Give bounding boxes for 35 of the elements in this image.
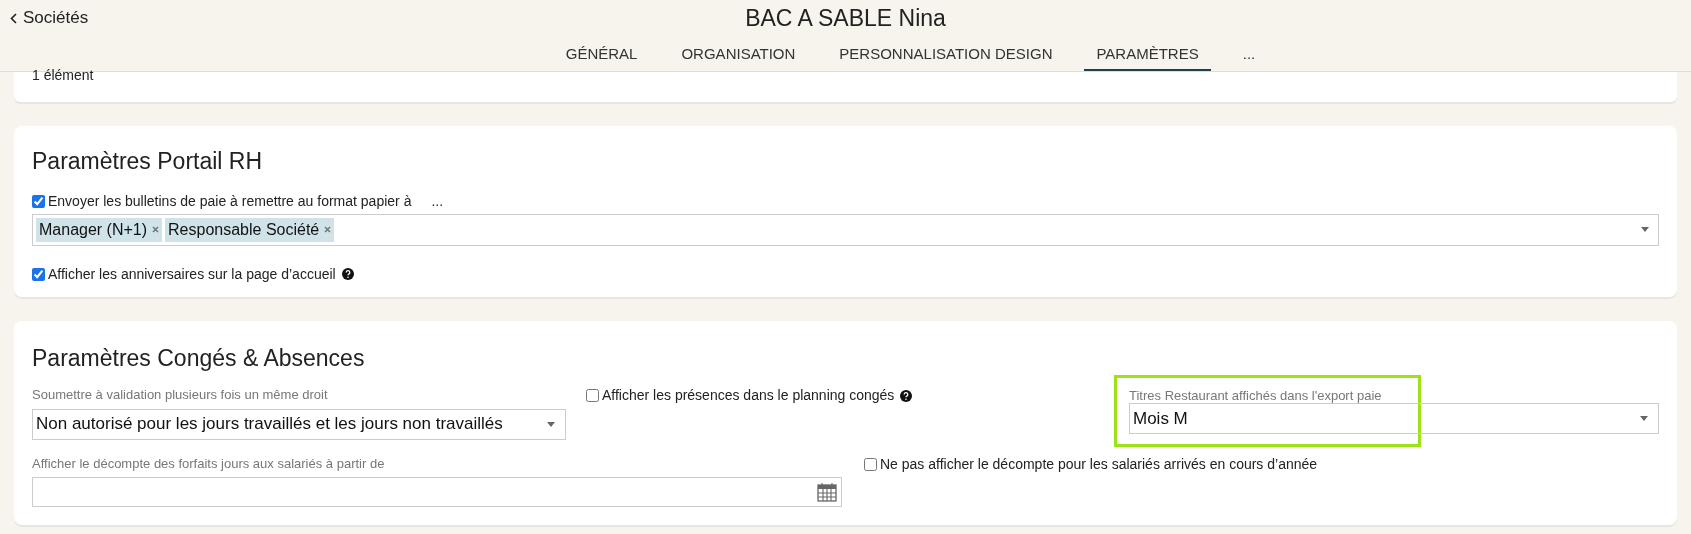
recipient-tag: Responsable Société [165, 217, 335, 242]
recipient-tag: Manager (N+1) [36, 217, 163, 242]
remove-icon[interactable] [152, 226, 160, 233]
field-label: Soumettre à validation plusieurs fois un même droit [32, 386, 329, 404]
multiselect-field[interactable]: Manager (N+1) Responsable Société [32, 213, 1659, 246]
help-icon[interactable] [900, 389, 913, 402]
tab[interactable]: ... [1230, 42, 1268, 71]
tab[interactable]: ORGANISATION [669, 42, 808, 71]
tab[interactable]: PERSONNALISATION DESIGN [827, 42, 1065, 71]
calendar-icon[interactable] [817, 482, 837, 502]
more-text: ... [431, 191, 444, 211]
select-field[interactable]: Mois M [1129, 403, 1659, 434]
checkbox[interactable] [32, 194, 45, 208]
field-label: Titres Restaurant affichés dans l'export paie [1129, 387, 1383, 405]
select-field[interactable]: Non autorisé pour les jours travaillés et les jours non travaillés [32, 408, 566, 440]
section-title: Paramètres Congés & Absences [32, 343, 366, 373]
section-title: Paramètres Portail RH [32, 147, 264, 176]
dropdown-caret-icon [1641, 227, 1649, 232]
field-label: Afficher le décompte des forfaits jours aux salariés à partir de [32, 454, 386, 473]
dropdown-caret-icon [547, 421, 555, 427]
checkbox[interactable] [864, 457, 877, 471]
checkbox[interactable] [586, 389, 599, 402]
dropdown-caret-icon [1640, 416, 1648, 421]
help-icon[interactable] [341, 268, 354, 280]
checkbox-label: Envoyer les bulletins de paie à remettre au format papier à [48, 191, 412, 211]
remove-icon[interactable] [324, 226, 332, 233]
page-title: BAC A SABLE Nina [745, 3, 946, 33]
checkbox-label: Ne pas afficher le décompte pour les salariés arrivés en cours d’année [880, 454, 1318, 474]
chevron-left-icon [10, 12, 17, 24]
back-link[interactable]: Sociétés [10, 5, 89, 31]
checkbox[interactable] [32, 267, 45, 281]
checkbox-label: Afficher les anniversaires sur la page d’accueil [48, 264, 336, 284]
checkbox-label: Afficher les présences dans le planning congés [602, 386, 895, 405]
tab[interactable]: GÉNÉRAL [553, 42, 650, 71]
item-count: 1 élément [32, 70, 94, 80]
